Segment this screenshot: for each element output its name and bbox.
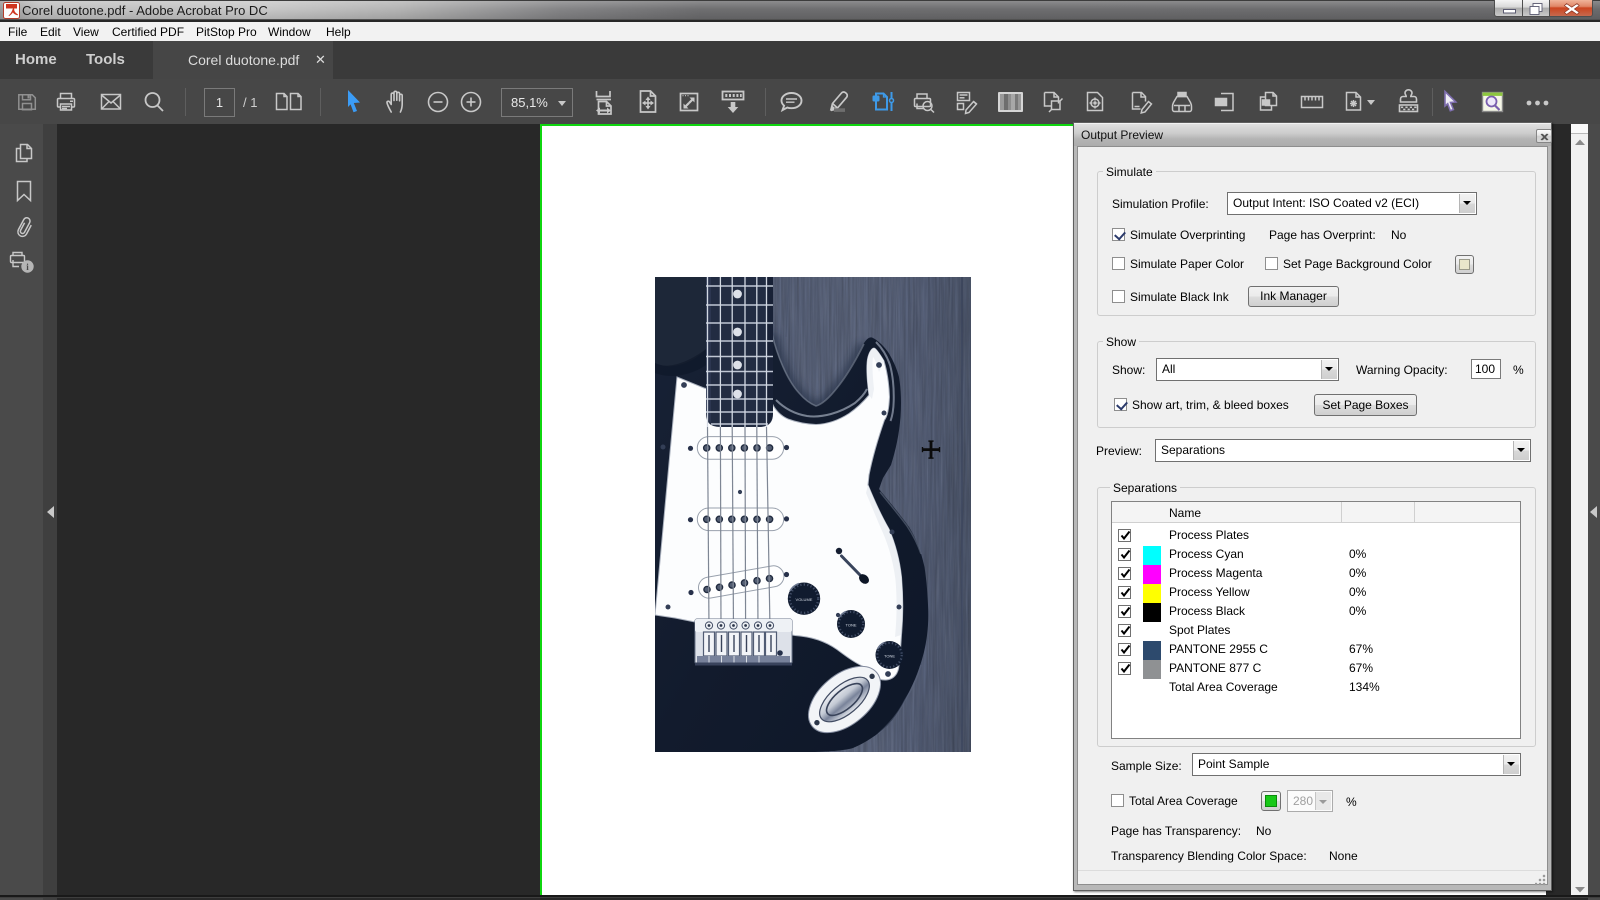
svg-text:TONE: TONE bbox=[845, 623, 856, 628]
svg-text:VOLUME: VOLUME bbox=[796, 597, 813, 602]
svg-text:TONE: TONE bbox=[884, 654, 895, 659]
